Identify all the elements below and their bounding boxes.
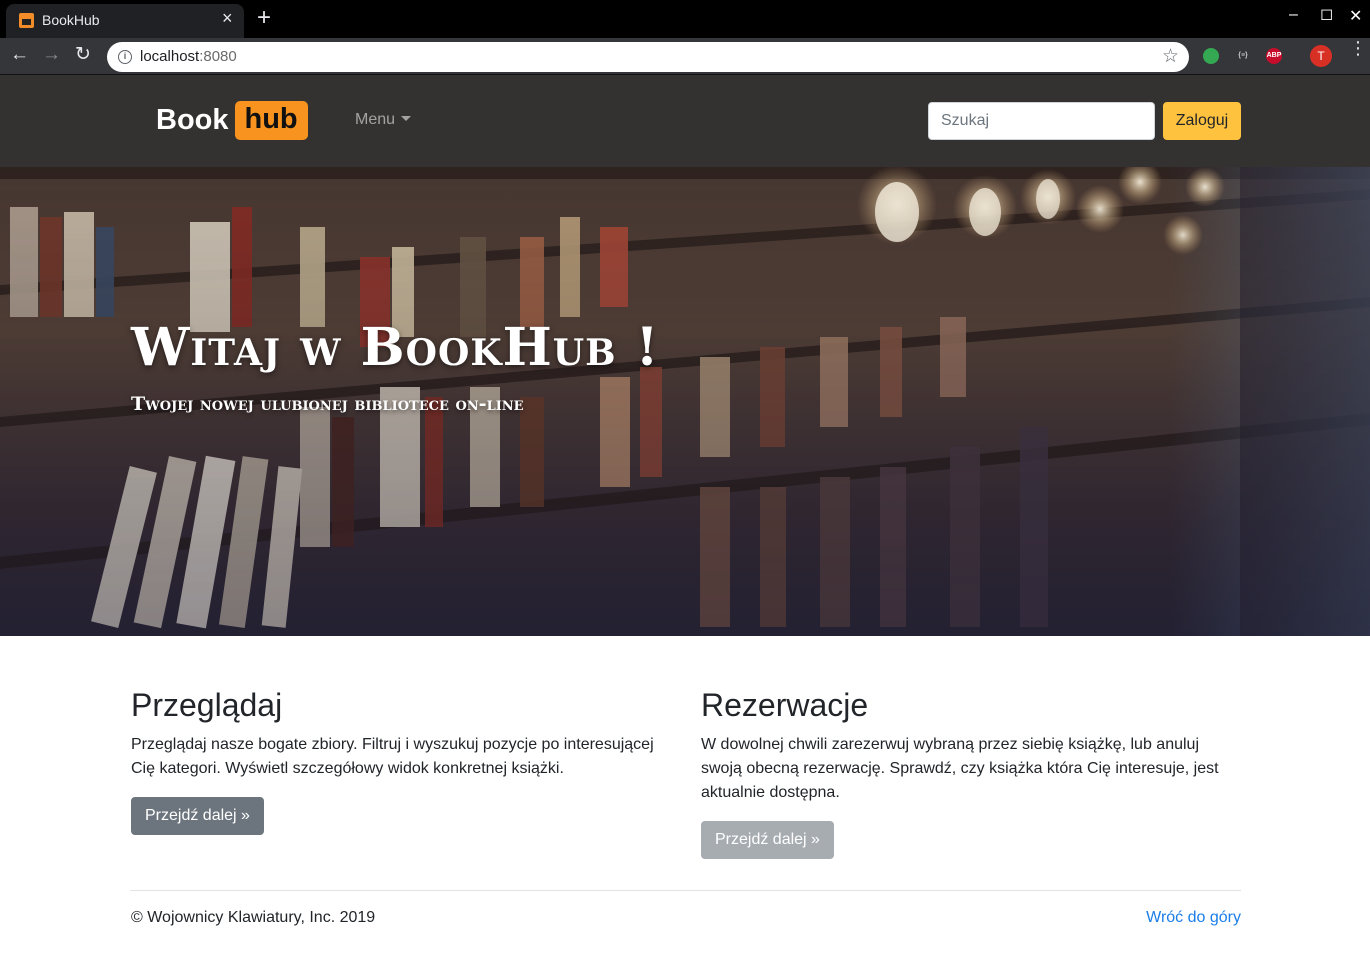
login-button[interactable]: Zaloguj	[1163, 102, 1241, 140]
copyright-text: © Wojownicy Klawiatury, Inc. 2019	[131, 909, 376, 926]
browse-description: Przeglądaj nasze bogate zbiory. Filtruj …	[131, 736, 654, 777]
reservations-description: W dowolnej chwili zarezerwuj wybraną prz…	[701, 736, 1219, 801]
back-to-top-link[interactable]: Wróć do góry	[1146, 909, 1241, 927]
reservations-section: Rezerwacje W dowolnej chwili zarezerwuj …	[701, 686, 1241, 859]
site-navbar: Book hub Menu Zaloguj	[0, 75, 1370, 167]
back-arrow-icon[interactable]: ←	[10, 44, 29, 66]
browser-toolbar: ← → ↻ i localhost:8080 ☆ {≡} ABP T ⋮	[0, 38, 1370, 75]
browse-continue-button[interactable]: Przejdź dalej »	[131, 797, 264, 835]
menu-dropdown-toggle[interactable]: Menu	[355, 111, 412, 129]
browse-section: Przeglądaj Przeglądaj nasze bogate zbior…	[131, 686, 671, 835]
bookmark-star-icon[interactable]: ☆	[1162, 45, 1179, 68]
extension-green-icon[interactable]	[1203, 48, 1219, 64]
browser-tab[interactable]: BookHub ×	[6, 4, 244, 38]
reload-icon[interactable]: ↻	[75, 44, 91, 66]
profile-avatar[interactable]: T	[1310, 45, 1332, 67]
reservations-continue-button[interactable]: Przejdź dalej »	[701, 821, 834, 859]
hero-subtitle: Twojej nowej ulubionej bibliotece on-lin…	[131, 393, 524, 415]
browser-menu-icon[interactable]: ⋮	[1349, 39, 1367, 57]
close-window-icon[interactable]: ✕	[1349, 6, 1362, 26]
adblock-icon[interactable]: ABP	[1266, 48, 1282, 64]
bookhub-favicon-icon	[19, 13, 34, 28]
minimize-window-icon[interactable]: –	[1289, 6, 1298, 24]
hero-banner: Witaj w BookHub ! Twojej nowej ulubionej…	[0, 167, 1370, 636]
reservations-heading: Rezerwacje	[701, 687, 869, 723]
maximize-window-icon[interactable]: ◻	[1320, 4, 1333, 24]
forward-arrow-icon[interactable]: →	[42, 44, 61, 66]
brand-book-text: Book	[156, 104, 229, 136]
tab-title: BookHub	[42, 12, 100, 28]
brand-logo[interactable]: Book hub	[156, 99, 308, 142]
footer-divider	[130, 890, 1241, 891]
hero-title: Witaj w BookHub !	[131, 317, 660, 378]
extension-json-icon[interactable]: {≡}	[1235, 48, 1251, 64]
site-info-icon[interactable]: i	[118, 50, 132, 64]
search-input[interactable]	[928, 102, 1155, 140]
close-tab-icon[interactable]: ×	[222, 9, 233, 27]
brand-hub-badge: hub	[234, 101, 308, 140]
browser-tab-bar: BookHub × + – ◻ ✕	[0, 0, 1370, 38]
browse-heading: Przeglądaj	[131, 687, 283, 723]
url-text: localhost:8080	[140, 48, 237, 65]
address-bar[interactable]: i localhost:8080 ☆	[107, 42, 1189, 72]
new-tab-button[interactable]: +	[257, 6, 271, 30]
caret-down-icon	[401, 116, 412, 121]
